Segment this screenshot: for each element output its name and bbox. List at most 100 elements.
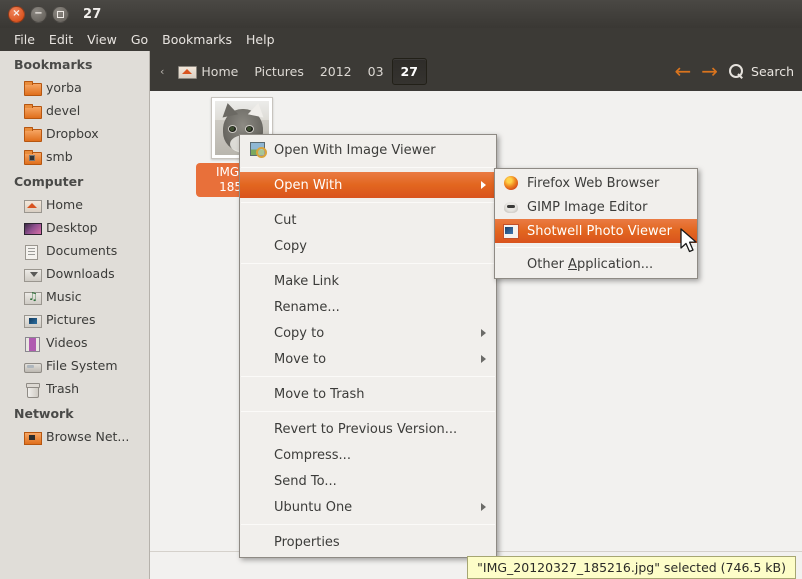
sidebar: Bookmarks yorba devel Dropbox smb Comput… bbox=[0, 51, 150, 579]
submenu-item-icon-slot bbox=[503, 256, 520, 272]
menu-item-copy-to[interactable]: Copy to bbox=[240, 320, 496, 346]
menu-item-label: Move to bbox=[274, 351, 327, 367]
sidebar-item-smb[interactable]: smb bbox=[0, 145, 149, 168]
maximize-window-icon[interactable] bbox=[52, 5, 69, 23]
back-arrow-icon[interactable]: ← bbox=[675, 61, 692, 81]
menu-separator bbox=[241, 202, 495, 203]
menu-item-open-with-image-viewer[interactable]: Open With Image Viewer bbox=[240, 137, 496, 163]
menu-item-label: Cut bbox=[274, 212, 297, 228]
submenu-item-other-application[interactable]: Other Application... bbox=[495, 252, 697, 276]
submenu-separator bbox=[496, 247, 696, 248]
forward-arrow-icon[interactable]: → bbox=[701, 61, 718, 81]
home-folder-icon bbox=[178, 63, 198, 79]
menu-separator bbox=[241, 411, 495, 412]
sidebar-item-downloads[interactable]: Downloads bbox=[0, 262, 149, 285]
menu-item-properties[interactable]: Properties bbox=[240, 529, 496, 555]
file-manager-window: × − 27 File Edit View Go Bookmarks Help … bbox=[0, 0, 802, 579]
sidebar-item-browse-network[interactable]: Browse Net... bbox=[0, 425, 149, 448]
breadcrumb-overflow-icon[interactable]: ‹ bbox=[150, 65, 170, 78]
submenu-item-label: GIMP Image Editor bbox=[527, 199, 648, 215]
sidebar-heading-network: Network bbox=[14, 406, 74, 421]
sidebar-item-videos[interactable]: Videos bbox=[0, 331, 149, 354]
menu-item-revert-to-previous-version[interactable]: Revert to Previous Version... bbox=[240, 416, 496, 442]
sidebar-item-devel[interactable]: devel bbox=[0, 99, 149, 122]
sidebar-bottom-strip bbox=[0, 551, 150, 579]
menu-item-make-link[interactable]: Make Link bbox=[240, 268, 496, 294]
menu-item-label: Properties bbox=[274, 534, 340, 550]
breadcrumb-03[interactable]: 03 bbox=[360, 59, 392, 84]
menu-item-compress[interactable]: Compress... bbox=[240, 442, 496, 468]
title-bar: × − 27 bbox=[0, 0, 802, 28]
breadcrumb-label: Pictures bbox=[254, 63, 304, 79]
menu-item-label: Open With bbox=[274, 177, 343, 193]
sidebar-item-desktop[interactable]: Desktop bbox=[0, 216, 149, 239]
sidebar-item-dropbox[interactable]: Dropbox bbox=[0, 122, 149, 145]
sidebar-item-label: devel bbox=[46, 103, 81, 118]
breadcrumb-label: 27 bbox=[400, 63, 418, 79]
window-title: 27 bbox=[83, 6, 102, 22]
sidebar-heading-computer: Computer bbox=[14, 174, 84, 189]
sidebar-item-label: Documents bbox=[46, 243, 118, 258]
menu-item-send-to[interactable]: Send To... bbox=[240, 468, 496, 494]
search-icon bbox=[728, 63, 744, 79]
menu-item-open-with[interactable]: Open With bbox=[240, 172, 496, 198]
sidebar-item-label: smb bbox=[46, 149, 73, 164]
close-window-icon[interactable]: × bbox=[8, 5, 25, 23]
desktop-icon bbox=[24, 220, 42, 236]
sidebar-item-home[interactable]: Home bbox=[0, 193, 149, 216]
path-bar: ‹ Home Pictures 2012 03 27 ← → Search bbox=[150, 51, 802, 91]
file-system-icon bbox=[24, 358, 42, 374]
breadcrumb-2012[interactable]: 2012 bbox=[312, 59, 360, 84]
browse-network-icon bbox=[24, 429, 42, 445]
submenu-item-shotwell-photo-viewer[interactable]: Shotwell Photo Viewer bbox=[495, 219, 697, 243]
search-label: Search bbox=[751, 63, 794, 79]
menu-item-cut[interactable]: Cut bbox=[240, 207, 496, 233]
menu-item-label: Copy bbox=[274, 238, 307, 254]
breadcrumb-pictures[interactable]: Pictures bbox=[246, 59, 312, 84]
minimize-window-icon[interactable]: − bbox=[30, 5, 47, 23]
menu-bookmarks[interactable]: Bookmarks bbox=[155, 30, 239, 49]
menu-view[interactable]: View bbox=[80, 30, 124, 49]
menu-item-copy[interactable]: Copy bbox=[240, 233, 496, 259]
menu-item-label: Compress... bbox=[274, 447, 351, 463]
breadcrumb-27[interactable]: 27 bbox=[391, 57, 427, 85]
sidebar-item-file-system[interactable]: File System bbox=[0, 354, 149, 377]
menu-separator bbox=[241, 263, 495, 264]
sidebar-item-pictures[interactable]: Pictures bbox=[0, 308, 149, 331]
sidebar-item-label: File System bbox=[46, 358, 118, 373]
sidebar-item-documents[interactable]: Documents bbox=[0, 239, 149, 262]
maximize-glyph bbox=[57, 10, 64, 18]
breadcrumb-label: 2012 bbox=[319, 63, 352, 79]
menu-item-move-to[interactable]: Move to bbox=[240, 346, 496, 372]
menu-go[interactable]: Go bbox=[124, 30, 155, 49]
path-bar-actions: ← → Search bbox=[675, 61, 802, 81]
menu-separator bbox=[241, 376, 495, 377]
sidebar-item-trash[interactable]: Trash bbox=[0, 377, 149, 400]
breadcrumb-home[interactable]: Home bbox=[170, 58, 246, 84]
menu-item-rename[interactable]: Rename... bbox=[240, 294, 496, 320]
sidebar-item-yorba[interactable]: yorba bbox=[0, 76, 149, 99]
open-with-submenu: Firefox Web Browser GIMP Image Editor Sh… bbox=[494, 168, 698, 279]
menu-item-label: Send To... bbox=[274, 473, 337, 489]
home-folder-icon bbox=[24, 197, 42, 213]
sidebar-item-label: Trash bbox=[46, 381, 80, 396]
trash-icon bbox=[24, 381, 40, 398]
sidebar-item-music[interactable]: Music bbox=[0, 285, 149, 308]
menu-help[interactable]: Help bbox=[239, 30, 282, 49]
menu-item-move-to-trash[interactable]: Move to Trash bbox=[240, 381, 496, 407]
menu-file[interactable]: File bbox=[7, 30, 42, 49]
mnemonic-letter: A bbox=[568, 256, 577, 272]
submenu-item-firefox-web-browser[interactable]: Firefox Web Browser bbox=[495, 171, 697, 195]
breadcrumb-label: Home bbox=[201, 63, 239, 79]
image-viewer-icon bbox=[250, 142, 268, 158]
menu-edit[interactable]: Edit bbox=[42, 30, 80, 49]
menu-item-label: Copy to bbox=[274, 325, 325, 341]
music-icon bbox=[24, 289, 42, 305]
search-button[interactable]: Search bbox=[728, 63, 794, 79]
cat-eye-left bbox=[228, 125, 237, 133]
menu-item-ubuntu-one[interactable]: Ubuntu One bbox=[240, 494, 496, 520]
sidebar-item-label: Downloads bbox=[46, 266, 115, 281]
shotwell-icon bbox=[503, 223, 520, 239]
submenu-item-gimp-image-editor[interactable]: GIMP Image Editor bbox=[495, 195, 697, 219]
context-menu: Open With Image Viewer Open With Cut Cop… bbox=[239, 134, 497, 558]
